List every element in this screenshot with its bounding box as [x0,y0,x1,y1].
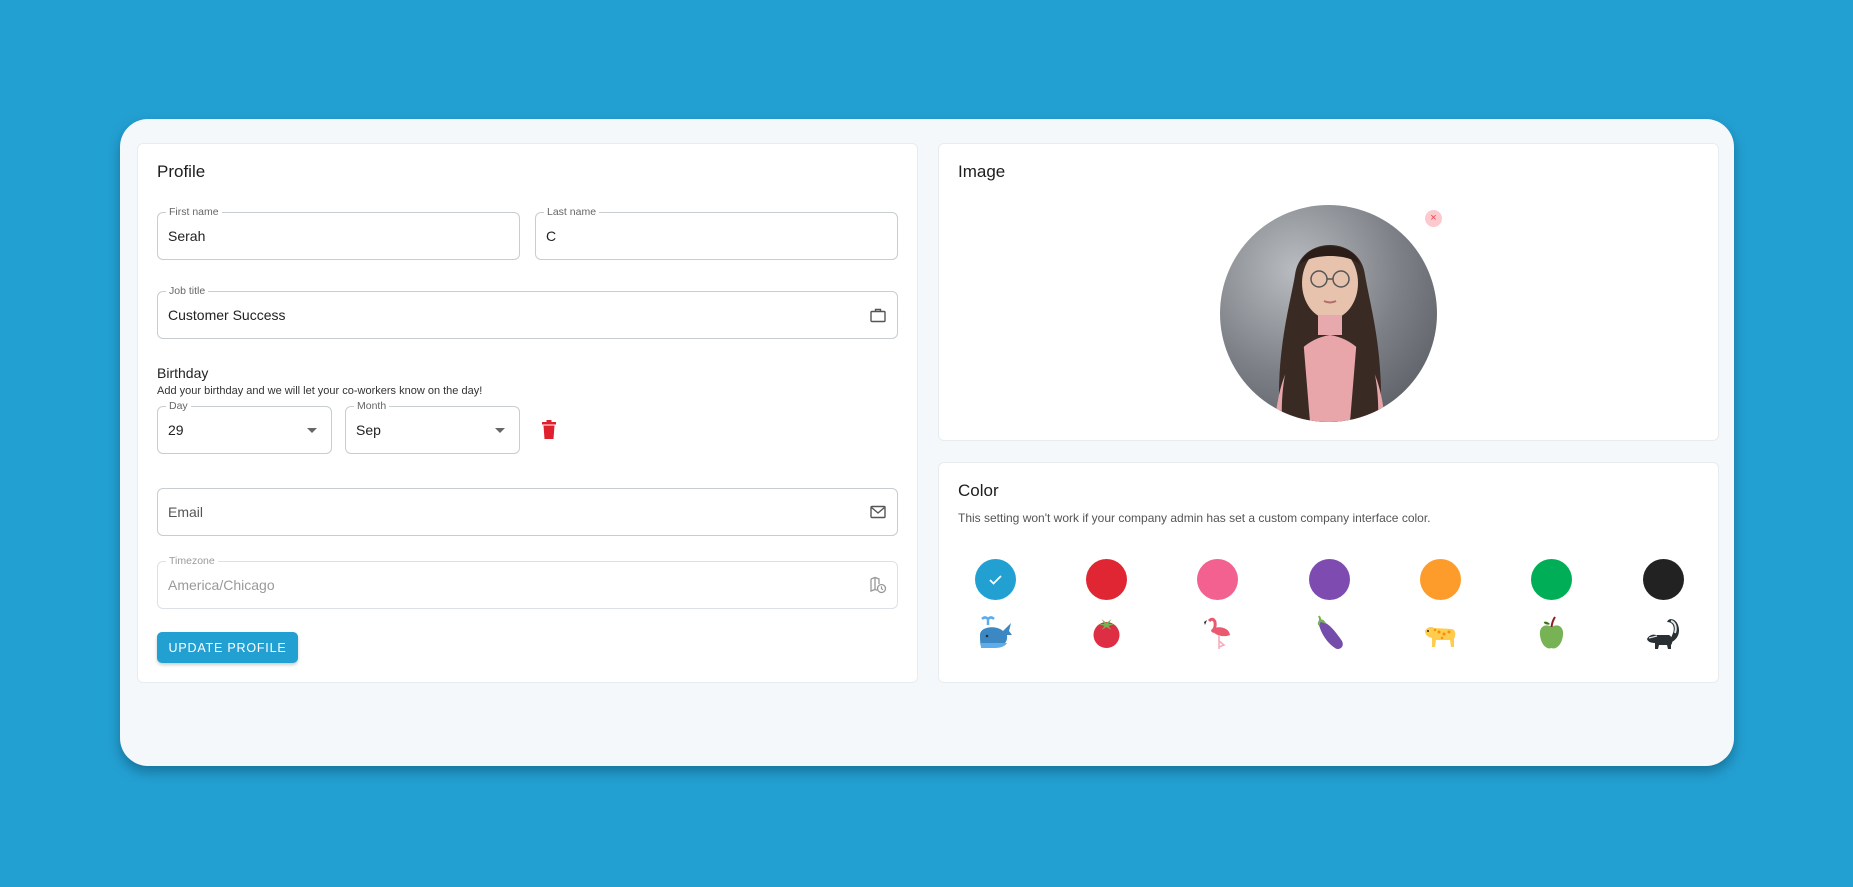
profile-title: Profile [157,162,206,181]
whale-icon[interactable] [975,613,1016,653]
color-swatch-red[interactable] [1086,559,1127,600]
color-swatch-black[interactable] [1643,559,1684,600]
day-select[interactable]: Day 29 [157,400,332,454]
last-name-field[interactable]: Last name C [535,206,898,260]
image-title: Image [958,162,1006,181]
color-emojis [975,613,1679,653]
remove-photo-button[interactable]: × [1425,210,1442,227]
day-dropdown-arrow-icon[interactable] [307,428,317,433]
color-swatch-orange[interactable] [1420,559,1461,600]
avatar[interactable] [1220,205,1437,422]
first-name-field[interactable]: First name Serah [157,206,520,260]
month-dropdown-arrow-icon[interactable] [495,428,505,433]
skunk-icon[interactable] [1643,613,1684,653]
color-swatch-blue[interactable] [975,559,1016,600]
month-select[interactable]: Month Sep [345,400,520,454]
briefcase-icon [869,306,887,324]
birthday-subtitle: Add your birthday and we will let your c… [157,385,483,397]
email-placeholder[interactable]: Email [168,489,203,535]
first-name-value[interactable]: Serah [168,213,205,259]
profile-card: Profile First name Serah Last name C Job… [137,143,918,683]
timezone-field[interactable]: Timezone America/Chicago [157,555,898,609]
color-swatch-green[interactable] [1531,559,1572,600]
eggplant-icon[interactable] [1309,613,1350,653]
job-title-field[interactable]: Job title Customer Success [157,285,898,339]
birthday-title: Birthday [157,365,209,381]
job-title-value[interactable]: Customer Success [168,292,285,338]
green-apple-icon[interactable] [1531,613,1572,653]
email-field[interactable]: Email [157,488,898,536]
color-swatch-purple[interactable] [1309,559,1350,600]
last-name-value[interactable]: C [546,213,556,259]
color-swatches [975,559,1684,600]
color-card: Color This setting won't work if your co… [938,462,1719,683]
color-title: Color [958,481,999,500]
month-value: Sep [356,422,381,438]
leopard-icon[interactable] [1420,613,1461,653]
day-value: 29 [168,422,184,438]
flamingo-icon[interactable] [1197,613,1238,653]
tomato-icon[interactable] [1086,613,1127,653]
trash-icon[interactable] [541,420,557,440]
check-icon [989,575,1002,585]
color-subtitle: This setting won't work if your company … [958,511,1431,525]
mail-icon [869,503,887,521]
timezone-value[interactable]: America/Chicago [168,562,275,608]
update-profile-button[interactable]: UPDATE PROFILE [157,632,298,663]
map-clock-icon [869,576,887,594]
image-card: Image × [938,143,1719,441]
color-swatch-pink[interactable] [1197,559,1238,600]
settings-window: Profile First name Serah Last name C Job… [120,119,1734,766]
